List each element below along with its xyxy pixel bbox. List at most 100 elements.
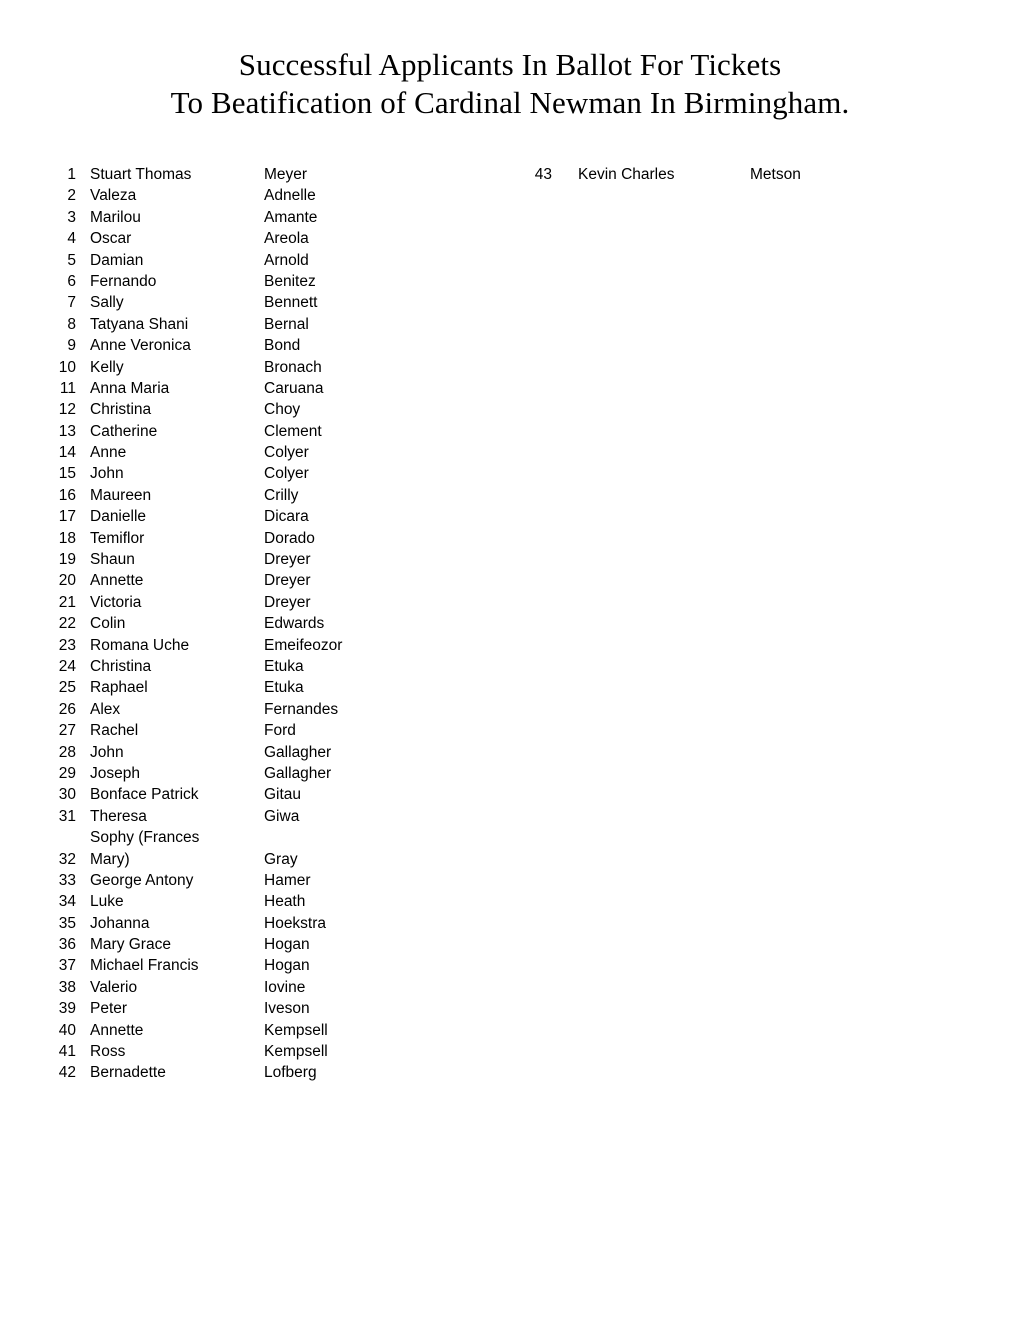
list-item: 42 Bernadette Lofberg xyxy=(44,1062,514,1083)
list-item-surname: Lofberg xyxy=(264,1064,317,1082)
list-item-surname: Areola xyxy=(264,230,309,248)
list-item: 6 Fernando Benitez xyxy=(44,271,514,292)
list-item-surname: Hogan xyxy=(264,957,310,975)
list-item-surname: Clement xyxy=(264,422,322,440)
list-item-number: 14 xyxy=(58,444,76,462)
list-item-number: 34 xyxy=(58,893,76,911)
list-item-surname: Bronach xyxy=(264,358,322,376)
list-item-surname: Bennett xyxy=(264,294,318,312)
list-item-given-name: Annette xyxy=(90,572,144,590)
list-item-surname: Bond xyxy=(264,337,301,355)
list-item-given-name: Tatyana Shani xyxy=(90,315,189,333)
list-item-given-name: Temiflor xyxy=(90,529,145,547)
list-item-surname: Giwa xyxy=(264,807,300,825)
list-item-given-name: George Antony xyxy=(90,871,194,889)
list-item-given-name: Oscar xyxy=(90,230,132,248)
list-item: 29 Joseph Gallagher xyxy=(44,763,514,784)
list-item-surname: Colyer xyxy=(264,444,309,462)
list-item: 41 Ross Kempsell xyxy=(44,1041,514,1062)
list-item-number: 43 xyxy=(534,166,552,183)
list-item-surname: Crilly xyxy=(264,486,299,504)
list-item-surname: Choy xyxy=(264,401,301,419)
list-item-given-name: Anna Maria xyxy=(90,379,170,397)
list-item-surname: Etuka xyxy=(264,679,304,697)
list-item-surname: Iovine xyxy=(264,978,306,996)
list-item-given-name: Damian xyxy=(90,251,144,269)
list-item-number: 23 xyxy=(58,636,76,654)
list-item-given-name: Rachel xyxy=(90,722,139,740)
list-item-given-name: Marilou xyxy=(90,208,141,226)
list-item-number: 11 xyxy=(59,379,76,397)
list-item-number: 31 xyxy=(58,807,76,825)
list-item-number: 36 xyxy=(58,936,76,954)
list-item-number: 28 xyxy=(58,743,76,761)
list-item-surname: Arnold xyxy=(264,251,309,269)
list-item: 33 George Antony Hamer xyxy=(44,870,514,891)
list-item-number: 18 xyxy=(58,529,76,547)
list-item-number: 16 xyxy=(58,486,76,504)
list-item-number: 26 xyxy=(58,700,76,718)
list-item-number: 10 xyxy=(58,358,76,376)
list-item-number: 7 xyxy=(67,294,76,312)
list-item-surname: Heath xyxy=(264,893,306,911)
list-item-surname: Dreyer xyxy=(264,572,311,590)
applicant-list-left-column: 1 Stuart Thomas Meyer 2 Valeza Adnelle 3 Marilo… xyxy=(44,164,514,1084)
list-item: 5 Damian Arnold xyxy=(44,250,514,271)
list-item: 37 Michael Francis Hogan xyxy=(44,955,514,976)
list-item: 3 Marilou Amante xyxy=(44,207,514,228)
list-item-surname: Gitau xyxy=(264,786,302,804)
list-item-given-name: Kevin Charles xyxy=(578,166,675,183)
list-item-surname: Iveson xyxy=(264,1000,310,1018)
list-item-given-name: Fernando xyxy=(90,272,157,290)
list-item: 31 Theresa Giwa xyxy=(44,806,514,827)
list-item-number: 24 xyxy=(58,657,76,675)
list-item-surname: Etuka xyxy=(264,657,304,675)
list-item-surname: Hoekstra xyxy=(264,914,327,932)
list-item: 19 Shaun Dreyer xyxy=(44,549,514,570)
list-item-surname: Edwards xyxy=(264,615,325,633)
list-item-number: 39 xyxy=(58,1000,76,1018)
list-item: 39 Peter Iveson xyxy=(44,998,514,1019)
list-item-number: 21 xyxy=(58,593,76,611)
list-item-given-name: Michael Francis xyxy=(90,957,199,975)
list-item: 27 Rachel Ford xyxy=(44,720,514,741)
list-item-given-name: Alex xyxy=(90,700,121,718)
list-item-given-name: Danielle xyxy=(90,508,147,526)
list-item: 17 Danielle Dicara xyxy=(44,506,514,527)
list-item-number: 3 xyxy=(67,208,76,226)
list-item-given-name: Ross xyxy=(90,1043,126,1061)
list-item: 1 Stuart Thomas Meyer xyxy=(44,164,514,185)
list-item-given-name: Valeza xyxy=(90,187,137,205)
list-item-number: 33 xyxy=(58,871,76,889)
list-item-surname: Metson xyxy=(750,166,801,183)
list-item-surname: Dreyer xyxy=(264,593,311,611)
list-item-given-name: John xyxy=(90,743,124,761)
list-item-number: 5 xyxy=(67,251,76,269)
list-item-number: 35 xyxy=(58,914,76,932)
list-item-given-name: Maureen xyxy=(90,486,152,504)
list-item-surname: Gray xyxy=(264,850,298,868)
list-item: 30 Bonface Patrick Gitau xyxy=(44,784,514,805)
list-item-given-name: Romana Uche xyxy=(90,636,190,654)
list-item-number: 19 xyxy=(58,551,76,569)
list-item-number: 1 xyxy=(67,166,76,183)
list-item-number: 38 xyxy=(58,978,76,996)
list-item-number: 25 xyxy=(58,679,76,697)
list-item: 38 Valerio Iovine xyxy=(44,977,514,998)
list-item-surname: Benitez xyxy=(264,272,316,290)
list-item-given-name: Raphael xyxy=(90,679,148,697)
list-item: 35 Johanna Hoekstra xyxy=(44,913,514,934)
list-item-given-name: Stuart Thomas xyxy=(90,166,192,183)
list-item-given-name: Anne Veronica xyxy=(90,337,191,355)
list-item-given-name: Shaun xyxy=(90,551,135,569)
list-item-given-name: Kelly xyxy=(90,358,124,376)
list-item: 22 Colin Edwards xyxy=(44,613,514,634)
list-item-given-name: Annette xyxy=(90,1021,144,1039)
list-item: 12 Christina Choy xyxy=(44,399,514,420)
list-item: 4 Oscar Areola xyxy=(44,228,514,249)
list-item-given-name: Bernadette xyxy=(90,1064,166,1082)
list-item: 20 Annette Dreyer xyxy=(44,570,514,591)
list-item-number: 40 xyxy=(58,1021,76,1039)
list-item-given-name: Sally xyxy=(90,294,124,312)
list-item-surname: Kempsell xyxy=(264,1043,328,1061)
